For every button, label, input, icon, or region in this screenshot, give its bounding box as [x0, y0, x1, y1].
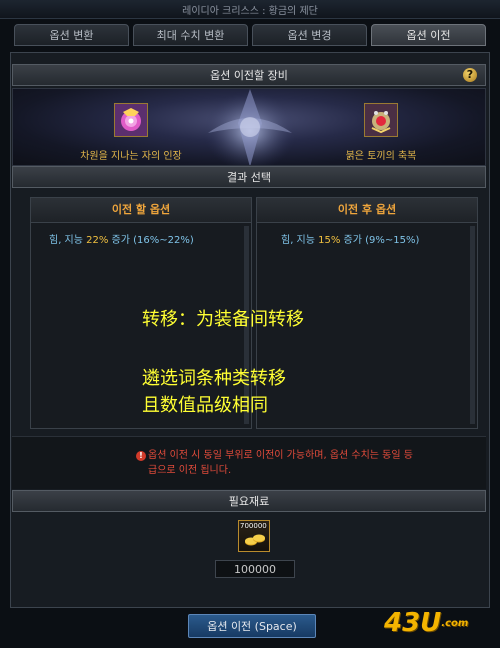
material-gold-slot[interactable]: 700000	[238, 520, 270, 552]
source-equipment-name: 차원을 지나는 자의 인장	[80, 151, 182, 162]
before-option-suffix: 증가 (16%~22%)	[108, 235, 194, 246]
before-option-prefix: 힘, 지능	[49, 235, 87, 246]
material-quantity-field: 100000	[215, 560, 295, 578]
annotation-line-1: 转移：为装备间转移	[142, 309, 304, 330]
tab-option-change[interactable]: 옵션 변경	[252, 24, 367, 46]
annotation-line-2: 遴选词条种类转移	[142, 368, 286, 389]
tab-option-transfer[interactable]: 옵션 이전	[371, 24, 486, 46]
source-equipment-slot[interactable]	[114, 103, 148, 137]
transfer-equipment-title: 옵션 이전할 장비	[210, 69, 288, 82]
material-count: 700000	[240, 522, 267, 530]
window-title-bar: 레이디아 크리스스 : 황금의 제단	[0, 0, 500, 19]
target-equipment-name: 붉은 토끼의 축복	[345, 151, 417, 162]
before-option-line[interactable]: 힘, 지능 22% 증가 (16%~22%)	[49, 231, 251, 246]
warning-text: 옵션 이전 시 동일 부위로 이전이 가능하며, 옵션 수치는 동일 등급으로 …	[148, 450, 413, 476]
option-transfer-button[interactable]: 옵션 이전 (Space)	[188, 614, 316, 638]
before-option-value: 22%	[86, 235, 109, 246]
transfer-equipment-header: 옵션 이전할 장비 ?	[12, 64, 486, 86]
materials-title: 필요재료	[228, 495, 270, 508]
after-option-title: 이전 후 옵션	[257, 198, 477, 223]
gold-coins-icon	[245, 534, 265, 546]
help-icon[interactable]: ?	[463, 68, 477, 82]
tab-bar: 옵션 변환 최대 수치 변환 옵션 변경 옵션 이전	[14, 24, 486, 48]
after-option-suffix: 증가 (9%~15%)	[340, 235, 420, 246]
tab-option-convert[interactable]: 옵션 변환	[14, 24, 129, 46]
seal-icon	[115, 104, 147, 136]
after-panel-scrollbar[interactable]	[470, 226, 475, 424]
annotation-line-3: 且数值品级相同	[142, 395, 268, 416]
materials-header: 필요재료	[12, 490, 486, 512]
before-option-title: 이전 할 옵션	[31, 198, 251, 223]
after-option-prefix: 힘, 지능	[281, 235, 319, 246]
crest-emblem-icon	[204, 89, 296, 165]
watermark-main: 43U	[384, 608, 442, 638]
tab-max-value-convert[interactable]: 최대 수치 변환	[133, 24, 248, 46]
rabbit-blessing-icon	[365, 104, 397, 136]
warning-area: ! 옵션 이전 시 동일 부위로 이전이 가능하며, 옵션 수치는 동일 등급으…	[12, 436, 486, 489]
target-equipment-slot[interactable]	[364, 103, 398, 137]
after-option-value: 15%	[318, 235, 341, 246]
watermark-suffix: .com	[441, 618, 469, 629]
after-option-line[interactable]: 힘, 지능 15% 증가 (9%~15%)	[281, 231, 477, 246]
result-select-title: 결과 선택	[227, 171, 271, 184]
site-watermark-logo: 43U.com	[384, 608, 494, 642]
equipment-area: 차원을 지나는 자의 인장 붉은 토끼의 축복	[12, 88, 486, 166]
warning-icon: !	[136, 451, 146, 461]
window-title: 레이디아 크리스스 : 황금의 제단	[182, 6, 318, 17]
result-select-header: 결과 선택	[12, 166, 486, 188]
